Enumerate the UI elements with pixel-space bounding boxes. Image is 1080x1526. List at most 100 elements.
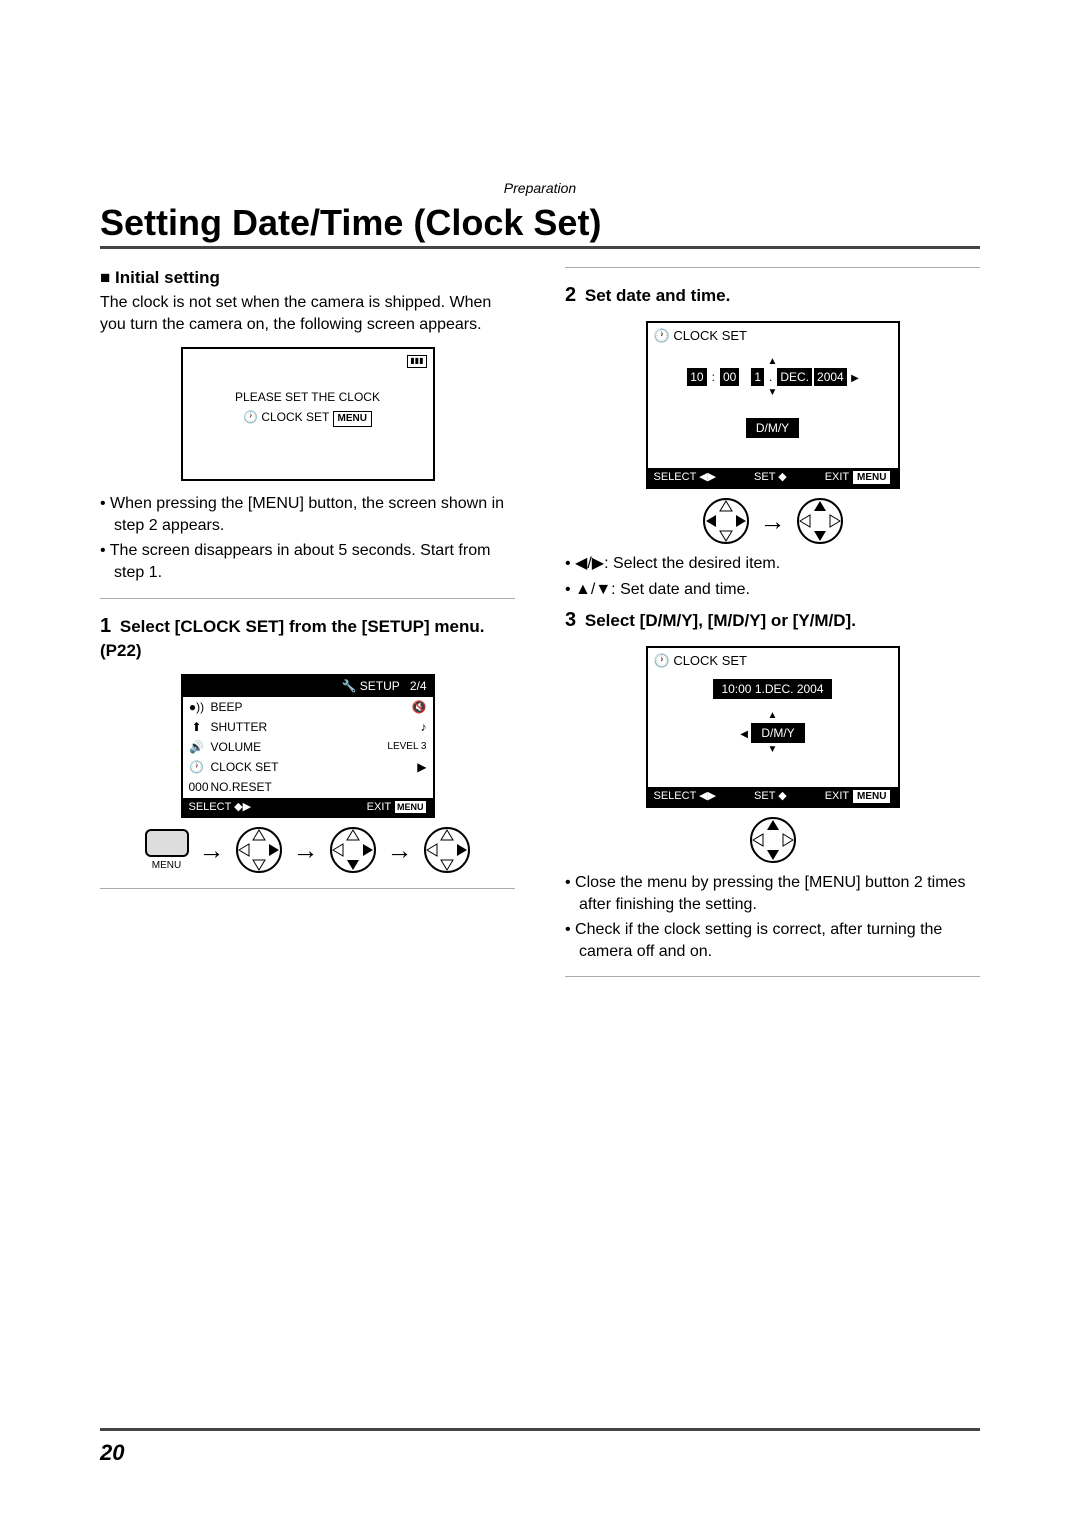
row-beep: BEEP [211, 699, 243, 715]
step-2: 2 Set date and time. [565, 282, 980, 309]
arrow-icon: → [387, 833, 413, 868]
left-bullets-1: When pressing the [MENU] button, the scr… [100, 493, 515, 583]
shutter-val-icon: ♪ [421, 719, 427, 735]
screen1-line2: CLOCK SET [261, 410, 329, 424]
menu-badge: MENU [852, 789, 891, 805]
dpad-ud-icon [796, 497, 844, 545]
row-clockset: CLOCK SET [211, 759, 279, 775]
bullet: Check if the clock setting is correct, a… [579, 919, 980, 962]
clock-icon: 🕐 [654, 328, 670, 343]
row-noreset: NO.RESET [211, 779, 272, 795]
foot-select: SELECT [654, 471, 697, 483]
battery-icon: ▮▮▮ [407, 355, 426, 368]
foot-select: SELECT [654, 790, 697, 802]
divider [100, 598, 515, 599]
bullet: Close the menu by pressing the [MENU] bu… [579, 872, 980, 915]
clock-icon: 🕐 [654, 653, 670, 668]
bullet: When pressing the [MENU] button, the scr… [114, 493, 515, 536]
setup-menu-screen: 🔧 SETUP 2/4 ●))BEEP🔇 ⬆SHUTTER♪ 🔊VOLUMELE… [181, 674, 435, 818]
bullet: The screen disappears in about 5 seconds… [114, 540, 515, 583]
format-row: D/M/Y [746, 418, 799, 438]
row-volume-val: LEVEL 3 [387, 740, 426, 754]
row-shutter: SHUTTER [211, 719, 268, 735]
foot-exit: EXIT [825, 790, 849, 802]
clock-set-screen-1: 🕐 CLOCK SET ▲ 10:00 1.DEC.2004 ▶ ▼ D/M/Y… [646, 321, 900, 489]
divider [565, 976, 980, 977]
dpad-right-icon [235, 826, 283, 874]
bullet: ▲/▼: Set date and time. [579, 579, 980, 601]
bullet: ◀/▶: Select the desired item. [579, 553, 980, 575]
foot-exit: EXIT [367, 801, 391, 813]
field-minute: 00 [720, 368, 739, 386]
row-volume: VOLUME [211, 739, 262, 755]
wrench-icon: 🔧 [341, 679, 356, 693]
cs-title: CLOCK SET [673, 328, 747, 343]
step-number: 1 [100, 615, 111, 637]
right-triangle-icon: ▶ [851, 373, 859, 384]
volume-icon: 🔊 [189, 739, 205, 755]
menu-badge: MENU [394, 800, 427, 814]
datetime-line: 10:00 1.DEC. 2004 [713, 679, 831, 699]
control-sequence: MENU → → → [100, 826, 515, 874]
reset-icon: 000 [189, 779, 205, 795]
clock-set-screen-2: 🕐 CLOCK SET 10:00 1.DEC. 2004 ▲ ◀ D/M/Y … [646, 646, 900, 808]
down-triangle-icon: ▼ [654, 386, 892, 400]
manual-page: Preparation Setting Date/Time (Clock Set… [0, 0, 1080, 1526]
setup-label: SETUP [360, 679, 400, 693]
section-label: Preparation [100, 180, 980, 196]
arrow-icon: → [760, 504, 786, 539]
step-number: 2 [565, 284, 576, 306]
foot-select: SELECT [189, 801, 232, 813]
intro-text: The clock is not set when the camera is … [100, 292, 515, 335]
shutter-icon: ⬆ [189, 719, 205, 735]
foot-exit: EXIT [825, 471, 849, 483]
right-column: 2 Set date and time. 🕐 CLOCK SET ▲ 10:00… [565, 267, 980, 991]
mute-icon: 🔇 [412, 699, 427, 715]
footer-rule [100, 1428, 980, 1431]
screen1-line1: PLEASE SET THE CLOCK [197, 389, 419, 405]
left-triangle-icon: ◀ [740, 729, 748, 740]
left-column: Initial setting The clock is not set whe… [100, 267, 515, 991]
step-number: 3 [565, 609, 576, 631]
subheading-initial: Initial setting [100, 267, 515, 290]
beep-icon: ●)) [189, 699, 205, 715]
foot-set: SET [754, 471, 775, 483]
dpad-ud-icon [749, 816, 797, 864]
menu-button-label: MENU [145, 859, 189, 873]
step-1: 1 Select [CLOCK SET] from the [SETUP] me… [100, 613, 515, 663]
clock-icon: 🕐 [189, 759, 205, 775]
arrow-icon: → [199, 833, 225, 868]
field-month: DEC. [777, 368, 812, 386]
field-year: 2004 [814, 368, 847, 386]
chevron-right-icon: ▶ [417, 759, 426, 775]
cs-title: CLOCK SET [673, 653, 747, 668]
step-text: Select [D/M/Y], [M/D/Y] or [Y/M/D]. [585, 611, 856, 630]
screen-please-set-clock: ▮▮▮ PLEASE SET THE CLOCK 🕐 CLOCK SET MEN… [181, 347, 435, 481]
step-text: Set date and time. [585, 286, 730, 305]
page-title: Setting Date/Time (Clock Set) [100, 202, 980, 249]
up-triangle-icon: ▲ [654, 709, 892, 723]
foot-set: SET [754, 790, 775, 802]
divider [565, 267, 980, 268]
control-sequence: → [565, 497, 980, 545]
menu-button-graphic [145, 829, 189, 857]
step-text: Select [CLOCK SET] from the [SETUP] menu… [100, 617, 484, 660]
up-triangle-icon: ▲ [654, 355, 892, 369]
menu-badge: MENU [333, 411, 372, 427]
down-triangle-icon: ▼ [654, 743, 892, 757]
right-bullets: Close the menu by pressing the [MENU] bu… [565, 872, 980, 962]
control-sequence [565, 816, 980, 864]
divider [100, 888, 515, 889]
cs1-bullets: ◀/▶: Select the desired item. ▲/▼: Set d… [565, 553, 980, 600]
updown-icon: ◆▶ [234, 801, 251, 813]
field-hour: 10 [687, 368, 706, 386]
clock-icon: 🕐 [243, 410, 258, 424]
page-number: 20 [100, 1440, 124, 1466]
arrow-icon: → [293, 833, 319, 868]
field-day: 1 [751, 368, 764, 386]
dpad-down-right-icon [329, 826, 377, 874]
dpad-right-icon [423, 826, 471, 874]
step-3: 3 Select [D/M/Y], [M/D/Y] or [Y/M/D]. [565, 607, 980, 634]
format-row: D/M/Y [751, 723, 804, 743]
dpad-lr-icon [702, 497, 750, 545]
